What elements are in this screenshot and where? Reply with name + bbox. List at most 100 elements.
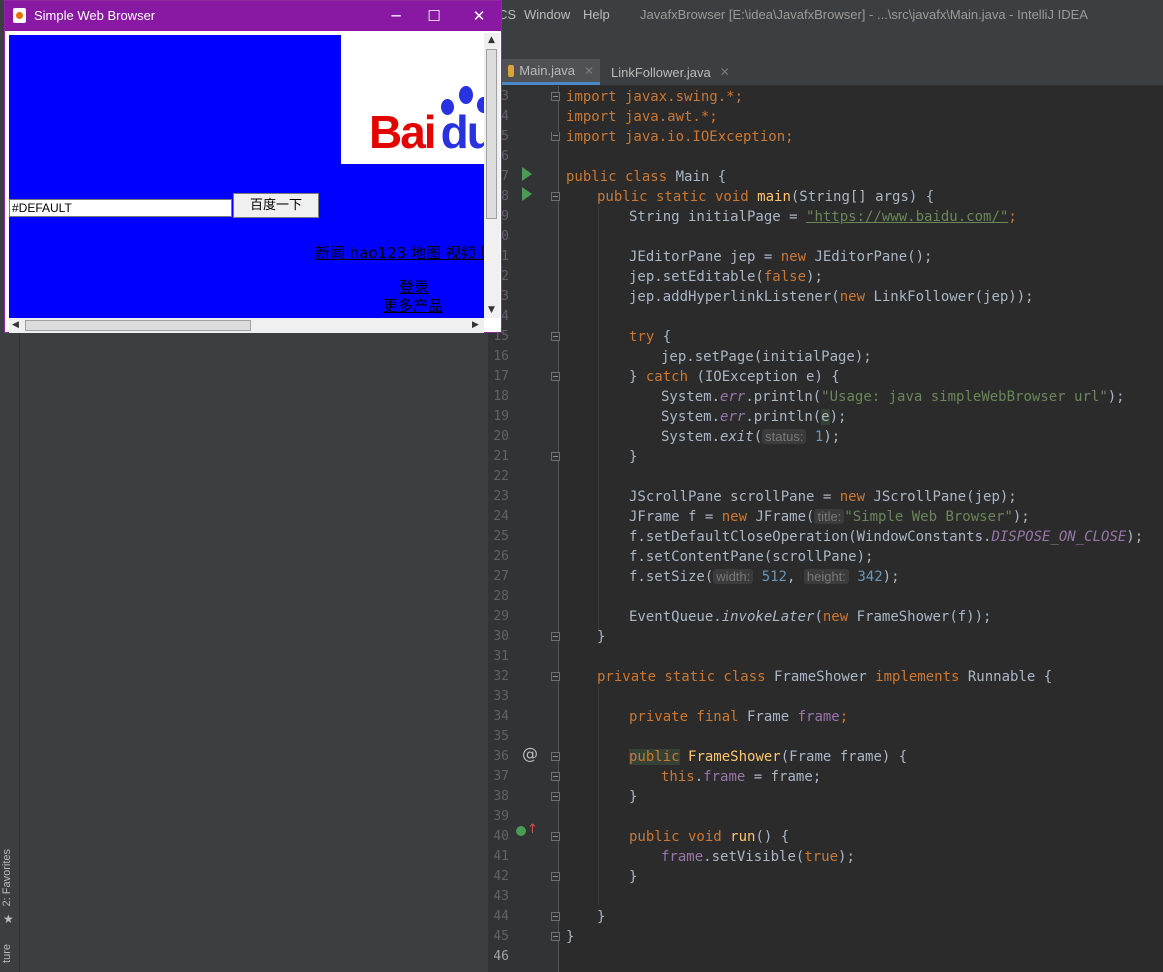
line-number: 25 bbox=[493, 529, 509, 544]
line-number: 40 bbox=[493, 829, 509, 844]
line-number: 21 bbox=[493, 449, 509, 464]
tab-label: LinkFollower.java bbox=[611, 64, 711, 80]
window-title: Simple Web Browser bbox=[34, 8, 156, 23]
fold-marker[interactable] bbox=[551, 832, 560, 841]
java-file-icon bbox=[508, 64, 515, 77]
param-hint: title: bbox=[814, 509, 845, 524]
horizontal-scrollbar[interactable]: ◀ ▶ bbox=[9, 318, 484, 333]
fold-marker[interactable] bbox=[551, 792, 560, 801]
run-class-icon[interactable] bbox=[522, 167, 532, 181]
param-hint: width: bbox=[713, 569, 754, 584]
code-line-11: JEditorPane jep = new JEditorPane(); bbox=[629, 249, 933, 265]
code-line-21: } bbox=[629, 449, 638, 465]
line-number: 33 bbox=[493, 689, 509, 704]
search-button[interactable]: 百度一下 bbox=[233, 193, 319, 218]
line-number: 46 bbox=[493, 949, 509, 964]
line-number: 35 bbox=[493, 729, 509, 744]
code-line-15: try { bbox=[629, 329, 672, 345]
line-number: 27 bbox=[493, 569, 509, 584]
baidu-logo[interactable]: Bai du bbox=[341, 35, 484, 164]
code-line-20: System.exit(status: 1); bbox=[661, 429, 841, 445]
line-number: 34 bbox=[493, 709, 509, 724]
fold-marker[interactable] bbox=[551, 872, 560, 881]
line-number: 36 bbox=[493, 749, 509, 764]
structure-tool-tab[interactable]: ture bbox=[1, 944, 13, 963]
more-products-link[interactable]: 更多产品 bbox=[383, 295, 443, 316]
code-line-26: f.setContentPane(scrollPane); bbox=[629, 549, 874, 565]
star-icon: ★ bbox=[3, 912, 14, 926]
fold-marker[interactable] bbox=[551, 632, 560, 641]
minimize-button[interactable]: ─ bbox=[383, 5, 409, 27]
code-line-24: JFrame f = new JFrame(title: "Simple Web … bbox=[629, 509, 1030, 525]
line-number: 29 bbox=[493, 609, 509, 624]
simple-web-browser-window: Simple Web Browser ─ ☐ ✕ Bai du #DEFAULT … bbox=[4, 0, 502, 333]
favorites-tool-tab[interactable]: 2: Favorites bbox=[1, 849, 13, 906]
search-input[interactable]: #DEFAULT bbox=[9, 199, 232, 217]
scroll-left-icon[interactable]: ◀ bbox=[12, 320, 19, 330]
tab-linkfollower-java[interactable]: LinkFollower.java ✕ bbox=[600, 59, 735, 85]
editor-tab-bar: Main.java ✕ LinkFollower.java ✕ bbox=[488, 59, 1163, 86]
scroll-right-icon[interactable]: ▶ bbox=[472, 320, 479, 330]
line-number: 24 bbox=[493, 509, 509, 524]
vertical-scrollbar[interactable]: ▲ ▼ bbox=[484, 33, 500, 318]
line-number: 28 bbox=[493, 589, 509, 604]
line-number: 19 bbox=[493, 409, 509, 424]
code-line-45: } bbox=[566, 929, 575, 945]
fold-marker[interactable] bbox=[551, 772, 560, 781]
fold-marker[interactable] bbox=[551, 132, 560, 141]
close-icon[interactable]: ✕ bbox=[720, 65, 730, 79]
code-line-37: this.frame = frame; bbox=[661, 769, 822, 785]
fold-marker[interactable] bbox=[551, 912, 560, 921]
login-link[interactable]: 登录 bbox=[399, 276, 429, 297]
code-line-3: import javax.swing.*; bbox=[566, 89, 744, 105]
param-hint: height: bbox=[803, 569, 849, 584]
menu-window[interactable]: Window bbox=[524, 7, 570, 22]
scroll-up-icon[interactable]: ▲ bbox=[488, 35, 495, 45]
code-line-7: public class Main { bbox=[566, 169, 727, 185]
vertical-scroll-thumb[interactable] bbox=[486, 49, 497, 219]
scroll-down-icon[interactable]: ▼ bbox=[488, 305, 495, 315]
logo-text: Bai du bbox=[369, 106, 484, 158]
line-number: 23 bbox=[493, 489, 509, 504]
java-app-icon bbox=[13, 8, 26, 23]
code-line-41: frame.setVisible(true); bbox=[661, 849, 855, 865]
window-title-bar[interactable]: Simple Web Browser ─ ☐ ✕ bbox=[5, 1, 501, 31]
menu-help[interactable]: Help bbox=[583, 7, 610, 22]
tab-label: Main.java bbox=[519, 63, 575, 78]
project-title: JavafxBrowser [E:\idea\JavafxBrowser] - … bbox=[640, 7, 1088, 22]
override-at-icon[interactable]: @ bbox=[522, 744, 538, 763]
implements-method-icon[interactable] bbox=[516, 826, 526, 836]
close-button[interactable]: ✕ bbox=[466, 5, 492, 27]
fold-marker[interactable] bbox=[551, 332, 560, 341]
favorites-label: 2: Favorites bbox=[1, 849, 13, 907]
line-number: 39 bbox=[493, 809, 509, 824]
tab-main-java[interactable]: Main.java ✕ bbox=[502, 59, 600, 85]
indent-guide bbox=[598, 686, 599, 906]
horizontal-scroll-thumb[interactable] bbox=[25, 320, 251, 331]
code-line-42: } bbox=[629, 869, 638, 885]
maximize-button[interactable]: ☐ bbox=[421, 5, 447, 27]
code-line-34: private final Frame frame; bbox=[629, 709, 849, 725]
fold-marker[interactable] bbox=[551, 672, 560, 681]
code-line-44: } bbox=[597, 909, 606, 925]
editor-pane-view[interactable]: Bai du #DEFAULT 百度一下 新闻 hao123 地图 视频 贴 登录… bbox=[9, 35, 484, 318]
line-number: 38 bbox=[493, 789, 509, 804]
code-line-12: jep.setEditable(false); bbox=[629, 269, 823, 285]
fold-marker[interactable] bbox=[551, 192, 560, 201]
run-main-icon[interactable] bbox=[522, 187, 532, 201]
close-icon[interactable]: ✕ bbox=[584, 64, 594, 78]
line-number: 45 bbox=[493, 929, 509, 944]
code-line-16: jep.setPage(initialPage); bbox=[661, 349, 872, 365]
line-number: 30 bbox=[493, 629, 509, 644]
code-line-36: public FrameShower(Frame frame) { bbox=[629, 749, 908, 765]
line-number: 26 bbox=[493, 549, 509, 564]
nav-links[interactable]: 新闻 hao123 地图 视频 贴 bbox=[315, 242, 484, 263]
fold-marker[interactable] bbox=[551, 452, 560, 461]
fold-marker[interactable] bbox=[551, 372, 560, 381]
fold-marker[interactable] bbox=[551, 932, 560, 941]
fold-marker[interactable] bbox=[551, 752, 560, 761]
fold-marker[interactable] bbox=[551, 92, 560, 101]
line-number: 43 bbox=[493, 889, 509, 904]
code-line-5: import java.io.IOException; bbox=[566, 129, 794, 145]
code-line-32: private static class FrameShower impleme… bbox=[597, 669, 1053, 685]
